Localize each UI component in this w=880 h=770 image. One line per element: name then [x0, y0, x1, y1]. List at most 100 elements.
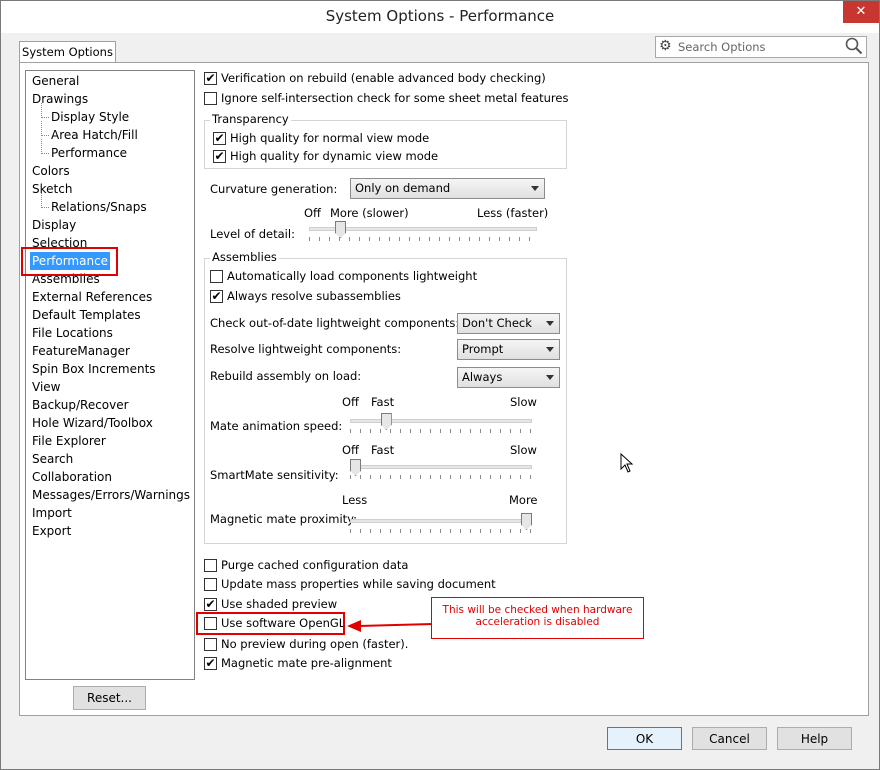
tree-item-file-explorer[interactable]: File Explorer [32, 432, 106, 450]
mate-anim-fast-label: Fast [371, 395, 395, 409]
checkbox-box[interactable]: ✔ [204, 657, 217, 670]
resolve-lightweight-label: Resolve lightweight components: [210, 342, 402, 356]
tree-item-colors[interactable]: Colors [32, 162, 70, 180]
mate-animation-speed-slider[interactable] [350, 413, 532, 437]
tree-item-spin-box-increments[interactable]: Spin Box Increments [32, 360, 156, 378]
close-button[interactable]: ✕ [843, 1, 879, 23]
tree-item-search[interactable]: Search [32, 450, 73, 468]
smartmate-label: SmartMate sensitivity: [210, 468, 339, 482]
slider-track [350, 419, 532, 423]
auto-lightweight-label: Automatically load components lightweigh… [227, 269, 478, 283]
tree-item-relations-snaps[interactable]: Relations/Snaps [41, 193, 147, 216]
search-icon[interactable] [845, 37, 863, 55]
tree-item-view[interactable]: View [32, 378, 60, 396]
transparency-title: Transparency [210, 112, 291, 126]
slider-thumb[interactable] [335, 221, 347, 238]
ok-button[interactable]: OK [607, 727, 682, 750]
rebuild-on-load-value: Always [462, 370, 503, 384]
cancel-button[interactable]: Cancel [692, 727, 767, 750]
checkbox-box[interactable] [204, 578, 217, 591]
checkbox-box[interactable] [204, 638, 217, 651]
assemblies-title: Assemblies [210, 250, 279, 264]
gear-icon[interactable]: ⚙ [659, 38, 672, 54]
search-box[interactable]: ⚙ Search Options [655, 36, 867, 58]
curvature-dropdown[interactable]: Only on demand [350, 178, 545, 199]
curvature-value: Only on demand [355, 181, 451, 195]
shaded-preview-label: Use shaded preview [221, 597, 338, 611]
checkbox-box[interactable]: ✔ [210, 290, 223, 303]
chevron-down-icon [531, 186, 539, 191]
magnetic-less-label: Less [342, 493, 368, 507]
slider-ticks [350, 429, 532, 433]
tab-system-options[interactable]: System Options [19, 41, 116, 63]
window-title: System Options - Performance [325, 7, 555, 25]
lod-right-label: Less (faster) [477, 206, 549, 220]
highlight-box-opengl [196, 612, 345, 635]
tree-item-area-hatch-fill[interactable]: Area Hatch/Fill [41, 121, 138, 144]
tree-item-sketch[interactable]: Sketch [32, 180, 72, 198]
tree-item-collaboration[interactable]: Collaboration [32, 468, 112, 486]
tree-item-featuremanager[interactable]: FeatureManager [32, 342, 130, 360]
update-mass-label: Update mass properties while saving docu… [221, 577, 496, 591]
checkbox-box[interactable] [210, 270, 223, 283]
resolve-lightweight-value: Prompt [462, 342, 504, 356]
tree-item-display-style[interactable]: Display Style [40, 103, 129, 126]
help-button[interactable]: Help [777, 727, 852, 750]
check-outdated-dropdown[interactable]: Don't Check [457, 313, 560, 334]
magnetic-label: Magnetic mate proximity: [210, 512, 358, 526]
checkbox-box[interactable] [204, 559, 217, 572]
checkbox-box[interactable]: ✔ [213, 150, 226, 163]
check-outdated-label: Check out-of-date lightweight components… [210, 316, 460, 330]
tree-item-import[interactable]: Import [32, 504, 72, 522]
reset-button[interactable]: Reset... [73, 686, 146, 710]
tree-item-display[interactable]: Display [32, 216, 76, 234]
checkbox-box[interactable]: ✔ [204, 598, 217, 611]
checkbox-box[interactable]: ✔ [204, 72, 217, 85]
slider-ticks [309, 237, 537, 241]
mate-anim-slow-label: Slow [510, 395, 537, 409]
tree-item-drawings-performance[interactable]: Performance [40, 139, 127, 162]
smartmate-slow-label: Slow [510, 443, 537, 457]
lod-left-label: More (slower) [330, 206, 409, 220]
tree-item-messages-errors-warnings[interactable]: Messages/Errors/Warnings [32, 486, 190, 504]
no-preview-label: No preview during open (faster). [221, 637, 409, 651]
tree-item-external-references[interactable]: External References [32, 288, 152, 306]
resolve-lightweight-dropdown[interactable]: Prompt [457, 339, 560, 360]
checkbox-box[interactable] [204, 92, 217, 105]
chevron-down-icon [546, 321, 554, 326]
mouse-cursor-icon [620, 453, 634, 473]
tree-item-general[interactable]: General [32, 72, 79, 90]
ignore-self-intersection-label: Ignore self-intersection check for some … [221, 91, 569, 105]
slider-ticks [350, 475, 532, 479]
rebuild-on-load-dropdown[interactable]: Always [457, 367, 560, 388]
highlight-box-performance [21, 247, 118, 276]
smartmate-off-label: Off [342, 443, 359, 457]
search-input[interactable]: Search Options [678, 40, 766, 54]
callout-arrow [347, 620, 434, 632]
curvature-label: Curvature generation: [210, 182, 338, 196]
mate-anim-label: Mate animation speed: [210, 419, 343, 433]
slider-thumb[interactable] [380, 413, 392, 430]
slider-thumb[interactable] [350, 459, 361, 476]
tree-item-file-locations[interactable]: File Locations [32, 324, 113, 342]
mate-anim-off-label: Off [342, 395, 359, 409]
tree-item-backup-recover[interactable]: Backup/Recover [32, 396, 129, 414]
verification-label: Verification on rebuild (enable advanced… [221, 71, 546, 85]
slider-thumb[interactable] [521, 513, 532, 530]
rebuild-on-load-label: Rebuild assembly on load: [210, 369, 362, 383]
smartmate-fast-label: Fast [371, 443, 395, 457]
slider-track [350, 519, 532, 523]
magnetic-mate-proximity-slider[interactable] [350, 513, 532, 537]
chevron-down-icon [546, 375, 554, 380]
annotation-callout: This will be checked when hardware accel… [431, 597, 644, 639]
options-tree[interactable]: General Drawings Display Style Area Hatc… [25, 70, 195, 680]
title-bar: System Options - Performance ✕ [1, 1, 879, 33]
check-outdated-value: Don't Check [462, 316, 532, 330]
magnetic-more-label: More [509, 493, 538, 507]
checkbox-box[interactable]: ✔ [213, 132, 226, 145]
tree-item-default-templates[interactable]: Default Templates [32, 306, 141, 324]
tree-item-hole-wizard-toolbox[interactable]: Hole Wizard/Toolbox [32, 414, 153, 432]
tree-item-export[interactable]: Export [32, 522, 71, 540]
level-of-detail-slider[interactable] [309, 221, 537, 245]
smartmate-sensitivity-slider[interactable] [350, 459, 532, 483]
